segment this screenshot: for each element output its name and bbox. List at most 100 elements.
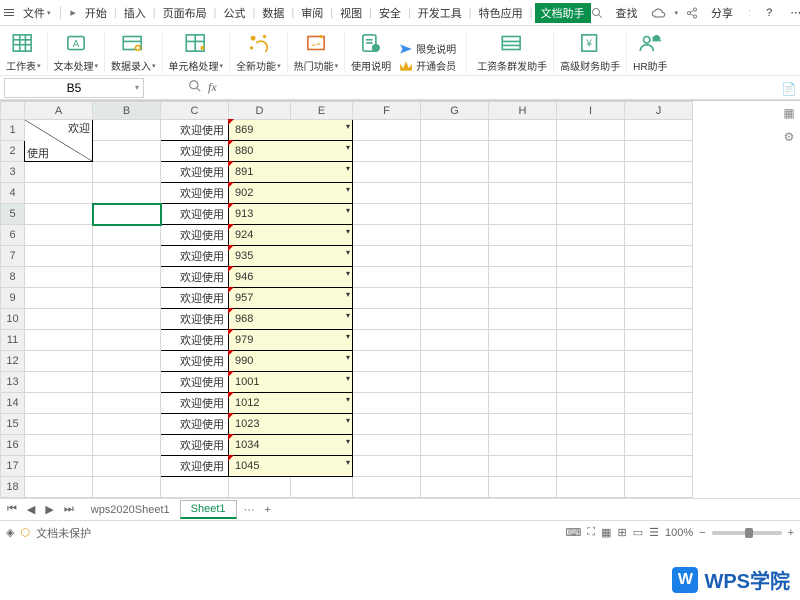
cell-B8[interactable] xyxy=(93,267,161,288)
dropdown-icon[interactable]: ▾ xyxy=(346,269,350,278)
cell-F9[interactable] xyxy=(353,288,421,309)
cell-A10[interactable] xyxy=(25,309,93,330)
cell-C5[interactable]: 欢迎使用 xyxy=(161,204,229,225)
dropdown-icon[interactable]: ▾ xyxy=(346,416,350,425)
sheet-nav-first[interactable]: ⏮ xyxy=(4,503,20,516)
ribbon-工作表[interactable]: 工作表▾ xyxy=(6,30,41,73)
cell-J12[interactable] xyxy=(625,351,693,372)
cell-H13[interactable] xyxy=(489,372,557,393)
dropdown-icon[interactable]: ▾ xyxy=(346,248,350,257)
name-box[interactable]: B5 ▾ xyxy=(4,78,144,98)
col-header-C[interactable]: C xyxy=(161,102,229,120)
sheet-tab-0[interactable]: wps2020Sheet1 xyxy=(81,502,180,518)
cell-I16[interactable] xyxy=(557,435,625,456)
tip-free[interactable]: 限免说明 xyxy=(399,41,456,56)
dropdown-icon[interactable]: ▾ xyxy=(346,143,350,152)
cell-H1[interactable] xyxy=(489,120,557,141)
row-header[interactable]: 9 xyxy=(1,288,25,309)
cell-D17[interactable]: 1045▾ xyxy=(229,456,353,477)
cell-F12[interactable] xyxy=(353,351,421,372)
dropdown-icon[interactable]: ▾ xyxy=(346,332,350,341)
search-icon[interactable] xyxy=(591,7,603,19)
cell-B15[interactable] xyxy=(93,414,161,435)
row-header[interactable]: 8 xyxy=(1,267,25,288)
col-header-F[interactable]: F xyxy=(353,102,421,120)
cell-J1[interactable] xyxy=(625,120,693,141)
cell-A8[interactable] xyxy=(25,267,93,288)
cell-D6[interactable]: 924▾ xyxy=(229,225,353,246)
col-header-A[interactable]: A xyxy=(25,102,93,120)
cell-I18[interactable] xyxy=(557,477,625,498)
row-header[interactable]: 18 xyxy=(1,477,25,498)
cell-F16[interactable] xyxy=(353,435,421,456)
ribbon-工资条群发助手[interactable]: 工资条群发助手 xyxy=(477,30,547,73)
cell-F17[interactable] xyxy=(353,456,421,477)
cell-I5[interactable] xyxy=(557,204,625,225)
cell-F18[interactable] xyxy=(353,477,421,498)
cell-A18[interactable] xyxy=(25,477,93,498)
cell-B2[interactable] xyxy=(93,141,161,162)
spreadsheet-grid[interactable]: ABCDEFGHIJ 1欢迎使用欢迎使用869▾2欢迎使用880▾3欢迎使用89… xyxy=(0,101,693,498)
cell-G14[interactable] xyxy=(421,393,489,414)
menu-tab-1[interactable]: 插入 xyxy=(119,5,151,21)
row-header[interactable]: 3 xyxy=(1,162,25,183)
col-header-E[interactable]: E xyxy=(291,102,353,120)
cell-A14[interactable] xyxy=(25,393,93,414)
cell-B16[interactable] xyxy=(93,435,161,456)
row-header[interactable]: 17 xyxy=(1,456,25,477)
cell-B9[interactable] xyxy=(93,288,161,309)
cell-D15[interactable]: 1023▾ xyxy=(229,414,353,435)
col-header-J[interactable]: J xyxy=(625,102,693,120)
row-header[interactable]: 12 xyxy=(1,351,25,372)
zoom-slider[interactable] xyxy=(712,531,782,535)
sheet-add[interactable]: + xyxy=(262,504,274,516)
cell-D13[interactable]: 1001▾ xyxy=(229,372,353,393)
cell-D8[interactable]: 946▾ xyxy=(229,267,353,288)
cell-F8[interactable] xyxy=(353,267,421,288)
cell-I14[interactable] xyxy=(557,393,625,414)
col-header-G[interactable]: G xyxy=(421,102,489,120)
cell-D12[interactable]: 990▾ xyxy=(229,351,353,372)
cell-C11[interactable]: 欢迎使用 xyxy=(161,330,229,351)
cell-D16[interactable]: 1034▾ xyxy=(229,435,353,456)
sidebar-icon-2[interactable]: ▦ xyxy=(783,106,794,120)
menu-tab-8[interactable]: 开发工具 xyxy=(413,5,467,21)
cell-B5[interactable] xyxy=(93,204,161,225)
cell-G1[interactable] xyxy=(421,120,489,141)
cell-I9[interactable] xyxy=(557,288,625,309)
menu-tab-2[interactable]: 页面布局 xyxy=(158,5,212,21)
cell-C2[interactable]: 欢迎使用 xyxy=(161,141,229,162)
cell-H4[interactable] xyxy=(489,183,557,204)
row-header[interactable]: 7 xyxy=(1,246,25,267)
cell-G3[interactable] xyxy=(421,162,489,183)
cell-B1[interactable] xyxy=(93,120,161,141)
cell-H12[interactable] xyxy=(489,351,557,372)
cell-D4[interactable]: 902▾ xyxy=(229,183,353,204)
cell-J5[interactable] xyxy=(625,204,693,225)
cell-B10[interactable] xyxy=(93,309,161,330)
cell-F13[interactable] xyxy=(353,372,421,393)
cell-H18[interactable] xyxy=(489,477,557,498)
more-button[interactable]: ⋯ xyxy=(785,6,800,19)
cell-G2[interactable] xyxy=(421,141,489,162)
cell-C18[interactable] xyxy=(161,477,229,498)
col-header-I[interactable]: I xyxy=(557,102,625,120)
cell-C3[interactable]: 欢迎使用 xyxy=(161,162,229,183)
ribbon-热门功能[interactable]: 热门功能▾ xyxy=(294,30,339,73)
cell-E18[interactable] xyxy=(291,477,353,498)
cell-J18[interactable] xyxy=(625,477,693,498)
cell-G13[interactable] xyxy=(421,372,489,393)
cell-B3[interactable] xyxy=(93,162,161,183)
hamburger-icon[interactable] xyxy=(4,9,14,16)
cell-B18[interactable] xyxy=(93,477,161,498)
ribbon-高级财务助手[interactable]: ¥高级财务助手 xyxy=(560,30,620,73)
row-header[interactable]: 15 xyxy=(1,414,25,435)
cell-C16[interactable]: 欢迎使用 xyxy=(161,435,229,456)
cell-D7[interactable]: 935▾ xyxy=(229,246,353,267)
view-grid-icon[interactable]: ⊞ xyxy=(617,526,626,539)
cell-J4[interactable] xyxy=(625,183,693,204)
dropdown-icon[interactable]: ▾ xyxy=(346,290,350,299)
cell-C6[interactable]: 欢迎使用 xyxy=(161,225,229,246)
cell-J13[interactable] xyxy=(625,372,693,393)
cell-G15[interactable] xyxy=(421,414,489,435)
